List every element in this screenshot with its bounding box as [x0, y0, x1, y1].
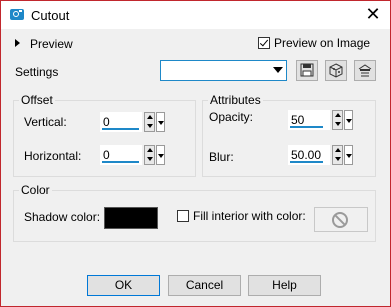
help-button[interactable]: Help: [248, 275, 321, 296]
reset-button[interactable]: [325, 60, 347, 81]
opacity-slider-dropdown[interactable]: [344, 110, 353, 130]
fill-interior-checkbox[interactable]: [177, 210, 189, 222]
horizontal-slider-bar[interactable]: [102, 161, 139, 163]
vertical-input[interactable]: 0: [100, 112, 142, 132]
shadow-color-label: Shadow color:: [24, 210, 101, 224]
horizontal-spinner[interactable]: [144, 145, 155, 165]
blur-slider-bar[interactable]: [290, 161, 323, 163]
no-color-icon: [332, 212, 348, 228]
blur-value: 50.00: [291, 148, 322, 162]
expand-arrow-icon: [15, 39, 20, 47]
opacity-label: Opacity:: [209, 110, 254, 124]
blur-spinner[interactable]: [332, 145, 343, 165]
opacity-slider-bar[interactable]: [290, 126, 323, 128]
chevron-down-icon: [273, 67, 283, 73]
preview-on-image-label: Preview on Image: [274, 36, 371, 50]
preset-options-icon: [358, 64, 372, 77]
ok-button[interactable]: OK: [87, 275, 160, 296]
horizontal-label: Horizontal:: [24, 149, 82, 163]
shadow-color-swatch[interactable]: [104, 207, 158, 229]
fill-interior-label: Fill interior with color:: [193, 209, 306, 223]
opacity-value: 50: [291, 113, 305, 127]
vertical-slider-bar[interactable]: [102, 128, 139, 130]
camera-icon: [10, 9, 24, 20]
offset-title: Offset: [19, 93, 55, 107]
horizontal-slider-dropdown[interactable]: [156, 145, 165, 165]
opacity-spinner[interactable]: [332, 110, 343, 130]
color-title: Color: [19, 183, 52, 197]
blur-slider-dropdown[interactable]: [344, 145, 353, 165]
vertical-value: 0: [103, 115, 110, 129]
attributes-title: Attributes: [208, 93, 263, 107]
blur-label: Blur:: [209, 150, 234, 164]
opacity-input[interactable]: 50: [288, 110, 330, 130]
preview-label: Preview: [30, 37, 73, 51]
fill-color-swatch[interactable]: [314, 207, 368, 232]
window-title: Cutout: [31, 8, 70, 23]
cancel-button[interactable]: Cancel: [168, 275, 241, 296]
close-icon[interactable]: ✕: [363, 4, 383, 24]
blur-input[interactable]: 50.00: [288, 145, 330, 165]
vertical-label: Vertical:: [24, 115, 67, 129]
reset-icon: [329, 63, 343, 78]
settings-preset-dropdown[interactable]: [160, 60, 287, 81]
title-bar: Cutout ✕: [1, 1, 390, 29]
vertical-spinner[interactable]: [144, 112, 155, 132]
preview-on-image-checkbox[interactable]: [258, 37, 270, 49]
save-preset-button[interactable]: [296, 60, 318, 81]
save-preset-icon: [300, 63, 314, 77]
horizontal-input[interactable]: 0: [100, 145, 142, 165]
cutout-dialog: Cutout ✕ Preview Preview on Image Settin…: [0, 0, 391, 307]
preset-options-button[interactable]: [354, 60, 376, 81]
horizontal-value: 0: [103, 148, 110, 162]
vertical-slider-dropdown[interactable]: [156, 112, 165, 132]
settings-label: Settings: [15, 65, 59, 79]
